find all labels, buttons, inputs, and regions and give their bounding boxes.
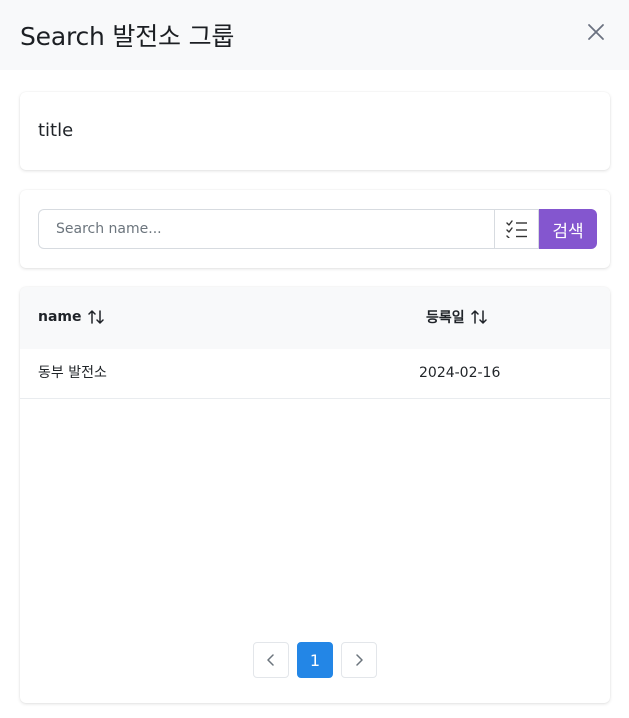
column-header-date[interactable]: 등록일 <box>426 307 487 327</box>
results-table: name 등록일 동부 발전소 2024-02-16 1 <box>20 287 610 703</box>
column-header-label: 등록일 <box>426 310 465 326</box>
checklist-icon <box>505 220 527 238</box>
prev-page-button[interactable] <box>253 642 289 678</box>
title-card: title <box>20 92 610 170</box>
cell-date: 2024-02-16 <box>419 365 501 381</box>
close-button[interactable] <box>583 19 609 45</box>
column-header-name[interactable]: name <box>38 307 104 327</box>
chevron-right-icon <box>356 654 363 666</box>
page-button[interactable]: 1 <box>297 642 333 678</box>
chevron-left-icon <box>267 654 274 666</box>
sort-icon <box>470 310 487 324</box>
cell-name: 동부 발전소 <box>38 365 107 381</box>
search-dialog: Search 발전소 그룹 title 검색 name <box>0 0 629 718</box>
search-card: 검색 <box>20 190 610 268</box>
sort-icon <box>87 310 104 324</box>
title-text: title <box>38 120 74 141</box>
column-header-label: name <box>38 309 82 325</box>
search-button[interactable]: 검색 <box>539 209 597 249</box>
next-page-button[interactable] <box>341 642 377 678</box>
pagination: 1 <box>20 642 610 678</box>
dialog-title: Search 발전소 그룹 <box>20 22 235 51</box>
table-row[interactable]: 동부 발전소 2024-02-16 <box>20 349 610 399</box>
dialog-header: Search 발전소 그룹 <box>0 0 629 70</box>
close-icon <box>588 24 604 40</box>
table-header: name 등록일 <box>20 287 610 349</box>
search-input[interactable] <box>38 209 494 249</box>
filter-button[interactable] <box>494 209 539 249</box>
